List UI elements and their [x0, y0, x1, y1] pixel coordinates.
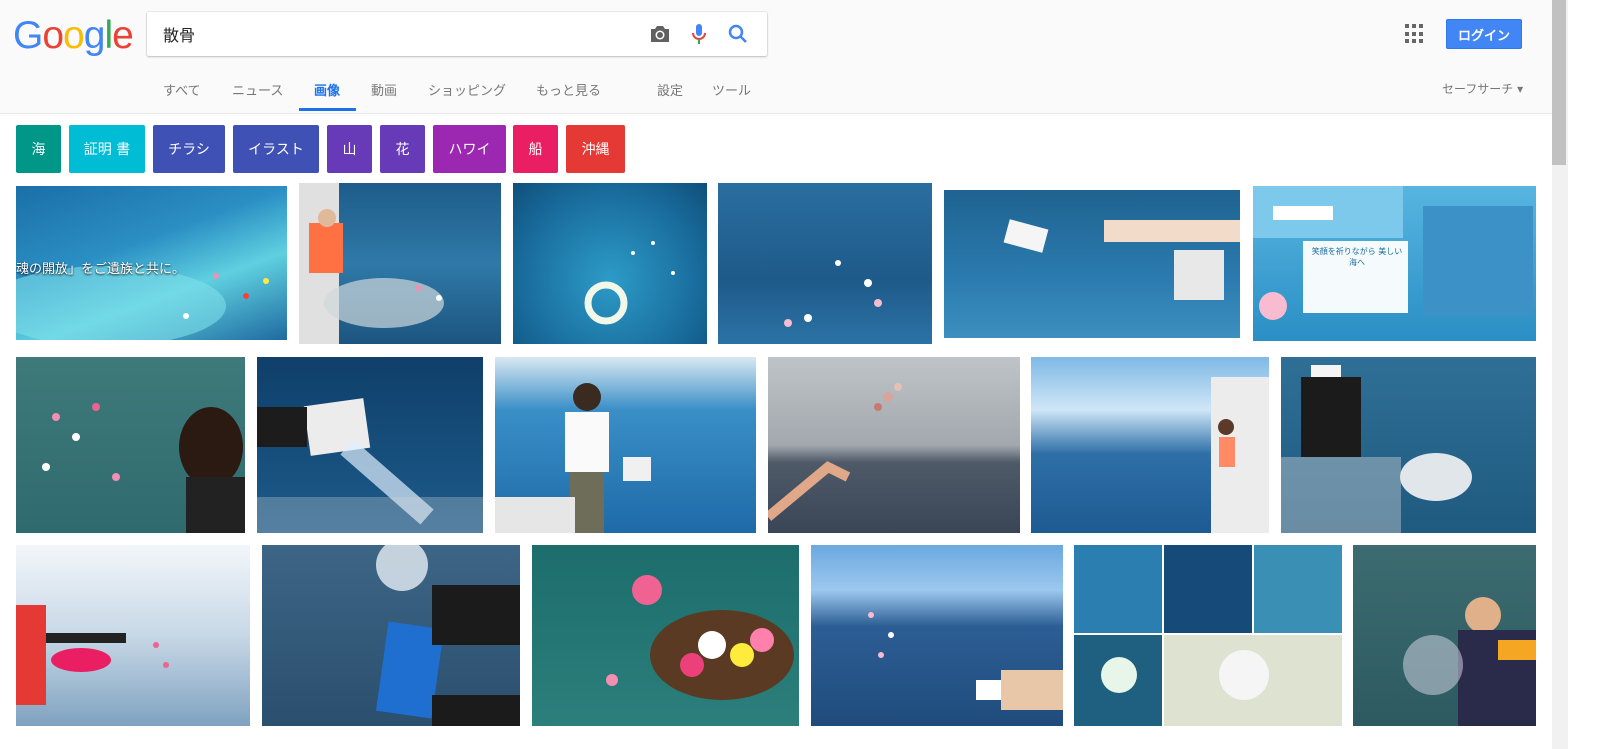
result-image[interactable] [718, 183, 932, 344]
result-image[interactable] [1074, 545, 1342, 726]
logo-letter: o [42, 14, 64, 57]
result-image[interactable] [495, 357, 756, 533]
result-image[interactable]: 笑顔を祈りながら 美しい海へ [1253, 186, 1536, 341]
tab-all[interactable]: すべて [163, 80, 201, 99]
image-overlay-text: 魂の開放」をご遺族と共に。 [16, 262, 186, 277]
chip-mountain[interactable]: 山 [327, 125, 372, 173]
logo-letter: l [104, 14, 113, 57]
tab-settings[interactable]: 設定 [657, 80, 683, 99]
chip-sea[interactable]: 海 [16, 125, 61, 173]
scrollbar-thumb[interactable] [1552, 0, 1566, 165]
tab-tools[interactable]: ツール [712, 80, 751, 99]
search-icon[interactable] [726, 22, 750, 46]
result-image[interactable] [944, 190, 1240, 338]
tab-shopping[interactable]: ショッピング [428, 80, 506, 99]
tab-more[interactable]: もっと見る [536, 80, 601, 99]
result-image[interactable] [299, 183, 501, 344]
tab-news[interactable]: ニュース [232, 80, 283, 99]
result-image[interactable] [811, 545, 1063, 726]
header: Google ログイン すべて ニュース 画像 動画 ショッピング もっと見る … [0, 0, 1568, 114]
result-image[interactable] [1353, 545, 1536, 726]
chip-ship[interactable]: 船 [513, 125, 558, 173]
search-box [147, 12, 767, 56]
chip-hawaii[interactable]: ハワイ [433, 125, 506, 173]
google-logo[interactable]: Google [13, 14, 134, 58]
safesearch-dropdown[interactable]: セーフサーチ ▾ [1442, 80, 1523, 97]
camera-icon[interactable] [648, 22, 672, 46]
result-image[interactable] [532, 545, 799, 726]
logo-letter: G [13, 14, 43, 57]
result-image[interactable] [16, 545, 250, 726]
result-image[interactable]: 魂の開放」をご遺族と共に。 [16, 186, 287, 340]
result-image[interactable] [768, 357, 1020, 533]
result-image[interactable] [262, 545, 520, 726]
chip-illustration[interactable]: イラスト [233, 125, 319, 173]
tab-images[interactable]: 画像 [314, 80, 340, 99]
chip-flyer[interactable]: チラシ [153, 125, 225, 173]
result-image[interactable] [16, 357, 245, 533]
chip-okinawa[interactable]: 沖縄 [566, 125, 625, 173]
result-image[interactable] [1281, 357, 1536, 533]
logo-letter: e [112, 14, 134, 57]
login-button[interactable]: ログイン [1446, 19, 1522, 49]
result-image[interactable] [513, 183, 707, 344]
poster-text: 笑顔を祈りながら 美しい海へ [1311, 247, 1403, 267]
chip-certificate[interactable]: 証明 書 [69, 125, 145, 173]
tab-bar: すべて ニュース 画像 動画 ショッピング もっと見る 設定 ツール セーフサー… [0, 70, 1568, 114]
apps-grid-icon[interactable] [1405, 24, 1425, 44]
tab-videos[interactable]: 動画 [371, 80, 397, 99]
logo-letter: o [63, 14, 85, 57]
result-image[interactable] [257, 357, 483, 533]
chip-flower[interactable]: 花 [380, 125, 425, 173]
result-image[interactable] [1031, 357, 1269, 533]
active-tab-indicator [299, 108, 356, 111]
search-input[interactable] [163, 12, 633, 56]
logo-letter: g [83, 14, 106, 57]
microphone-icon[interactable] [687, 22, 711, 46]
